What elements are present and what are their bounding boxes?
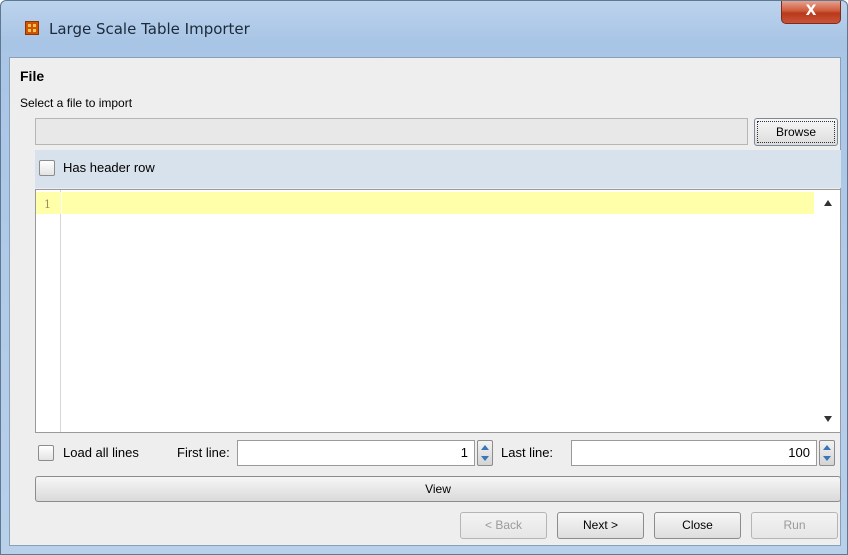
last-line-input[interactable]: 100 — [571, 440, 817, 466]
current-line-highlight — [62, 192, 814, 214]
has-header-checkbox[interactable] — [39, 160, 55, 176]
line-range-controls: Load all lines First line: 1 Last line: … — [35, 436, 841, 472]
close-window-button[interactable]: X — [781, 1, 841, 24]
has-header-label: Has header row — [63, 160, 155, 175]
section-title: File — [20, 68, 45, 84]
first-line-label: First line: — [177, 445, 230, 460]
window-title: Large Scale Table Importer — [49, 20, 250, 38]
content-panel: File Select a file to import Browse Has … — [9, 57, 841, 546]
scroll-down-arrow-icon[interactable] — [824, 416, 832, 422]
first-line-input[interactable]: 1 — [237, 440, 475, 466]
header-row-bar: Has header row — [35, 150, 841, 188]
load-all-lines-checkbox[interactable] — [38, 445, 54, 461]
line-number-gutter: 1 — [36, 190, 61, 432]
title-bar[interactable]: Large Scale Table Importer X — [1, 1, 847, 57]
next-button[interactable]: Next > — [557, 512, 644, 539]
close-button[interactable]: Close — [654, 512, 741, 539]
spinner-down-icon[interactable] — [823, 456, 831, 461]
view-button[interactable]: View — [35, 476, 841, 502]
load-all-lines-label: Load all lines — [63, 445, 139, 460]
run-button[interactable]: Run — [751, 512, 838, 539]
vertical-scrollbar[interactable] — [816, 190, 840, 432]
file-preview-area[interactable]: 1 — [35, 189, 841, 433]
last-line-spinner[interactable] — [819, 440, 835, 466]
scroll-up-arrow-icon[interactable] — [824, 200, 832, 206]
select-file-label: Select a file to import — [20, 96, 133, 110]
spinner-down-icon[interactable] — [481, 456, 489, 461]
first-line-spinner[interactable] — [477, 440, 493, 466]
file-path-input[interactable] — [35, 118, 748, 145]
spinner-up-icon[interactable] — [823, 445, 831, 450]
importer-window: Large Scale Table Importer X File Select… — [0, 0, 848, 555]
line-number: 1 — [44, 198, 51, 211]
spinner-up-icon[interactable] — [481, 445, 489, 450]
last-line-label: Last line: — [501, 445, 554, 460]
browse-button[interactable]: Browse — [754, 118, 838, 146]
app-icon — [25, 21, 39, 35]
back-button[interactable]: < Back — [460, 512, 547, 539]
